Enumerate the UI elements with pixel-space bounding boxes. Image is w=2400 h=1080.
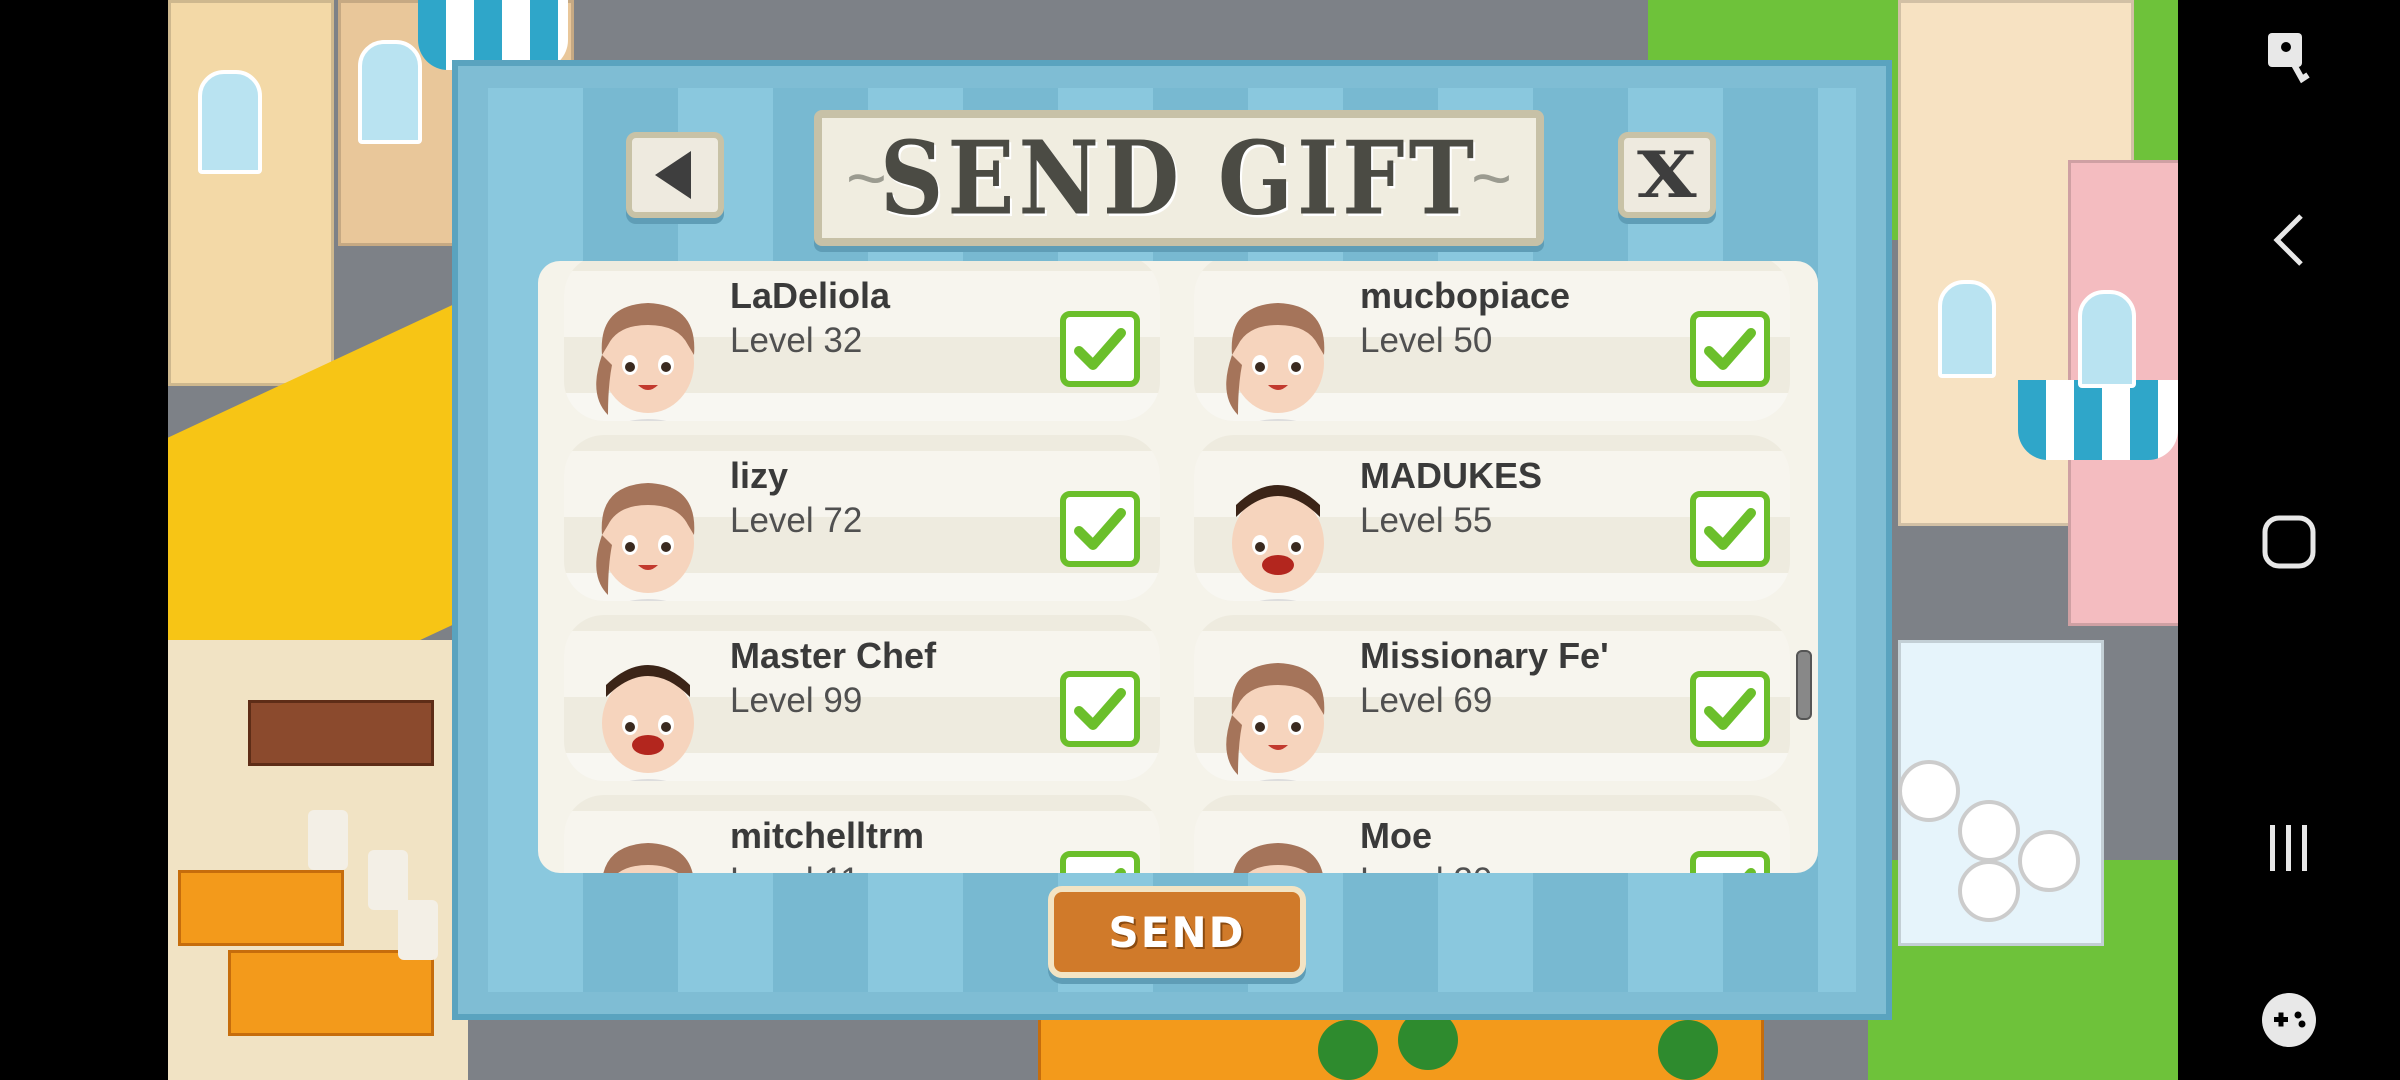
- friend-card[interactable]: MADUKES Level 55: [1194, 435, 1790, 601]
- send-gift-dialog: ~ SEND GIFT ~ X LaDeliola Level 32 mucbo…: [452, 60, 1892, 1020]
- friend-card[interactable]: Moe Level 20: [1194, 795, 1790, 873]
- select-checkbox[interactable]: [1060, 851, 1140, 873]
- friend-level: Level 72: [730, 501, 863, 540]
- left-arrow-icon: [655, 151, 691, 199]
- checkmark-icon: [1704, 508, 1756, 550]
- send-button-label: SEND: [1108, 907, 1246, 957]
- building: [168, 0, 334, 386]
- friend-card[interactable]: Missionary Fe' Level 69: [1194, 615, 1790, 781]
- table: [178, 870, 344, 946]
- friend-level: Level 20: [1360, 861, 1492, 873]
- recents-icon[interactable]: [2259, 818, 2319, 878]
- select-checkbox[interactable]: [1060, 491, 1140, 567]
- plate: [1958, 860, 2020, 922]
- friend-level: Level 50: [1360, 321, 1493, 360]
- select-checkbox[interactable]: [1060, 311, 1140, 387]
- checkmark-icon: [1744, 868, 1756, 873]
- table: [248, 700, 434, 766]
- checkmark-icon: [1114, 868, 1126, 873]
- chef-avatar-icon: [602, 665, 694, 781]
- back-icon[interactable]: [2259, 210, 2319, 270]
- select-checkbox[interactable]: [1690, 491, 1770, 567]
- friend-level: Level 11: [730, 861, 860, 873]
- table: [228, 950, 434, 1036]
- checkmark-icon: [1704, 328, 1756, 370]
- chef-avatar-icon: [596, 303, 695, 421]
- friend-name: Missionary Fe': [1360, 635, 1609, 676]
- game-controller-icon[interactable]: [2259, 990, 2319, 1050]
- friend-level: Level 32: [730, 321, 863, 360]
- friend-level: Level 99: [730, 681, 863, 720]
- checkmark-icon: [1074, 688, 1126, 730]
- friend-name: MADUKES: [1360, 455, 1543, 496]
- checkmark-icon: [1074, 508, 1126, 550]
- tree: [1658, 1020, 1718, 1080]
- chef-avatar-icon: [603, 843, 693, 873]
- friend-card[interactable]: LaDeliola Level 32: [564, 261, 1160, 421]
- dialog-title: SEND GIFT: [879, 118, 1479, 238]
- checkmark-icon: [1704, 688, 1756, 730]
- chef-avatar-icon: [1226, 663, 1325, 781]
- window: [2078, 290, 2136, 388]
- friend-list[interactable]: LaDeliola Level 32 mucbopiace Level 50 l…: [538, 261, 1818, 873]
- friend-card[interactable]: lizy Level 72: [564, 435, 1160, 601]
- chef-avatar-icon: [1233, 843, 1323, 873]
- friend-name: mitchelltrm: [730, 815, 925, 856]
- select-checkbox[interactable]: [1690, 311, 1770, 387]
- accessibility-icon[interactable]: [2259, 28, 2319, 88]
- window: [1938, 280, 1996, 378]
- home-icon[interactable]: [2259, 512, 2319, 572]
- swirl-ornament-icon: ~: [1471, 139, 1512, 217]
- window: [198, 70, 262, 174]
- friend-name: lizy: [730, 455, 789, 496]
- close-button[interactable]: X: [1618, 132, 1716, 218]
- select-checkbox[interactable]: [1060, 671, 1140, 747]
- friend-name: Moe: [1360, 815, 1432, 856]
- friend-card[interactable]: mucbopiace Level 50: [1194, 261, 1790, 421]
- awning: [2018, 380, 2178, 460]
- chef-avatar-icon: [1226, 303, 1325, 421]
- select-checkbox[interactable]: [1690, 851, 1770, 873]
- send-button[interactable]: SEND: [1048, 886, 1306, 978]
- friend-level: Level 55: [1360, 501, 1493, 540]
- friend-level: Level 69: [1360, 681, 1493, 720]
- friend-name: Master Chef: [730, 635, 937, 676]
- title-plate: ~ SEND GIFT ~: [814, 110, 1544, 246]
- plate: [1958, 800, 2020, 862]
- friend-name: LaDeliola: [730, 275, 891, 316]
- plate: [2018, 830, 2080, 892]
- window: [358, 40, 422, 144]
- tree: [1318, 1020, 1378, 1080]
- friend-card[interactable]: Master Chef Level 99: [564, 615, 1160, 781]
- friend-name: mucbopiace: [1360, 275, 1571, 316]
- checkmark-icon: [1074, 328, 1126, 370]
- chef-avatar-icon: [596, 483, 695, 601]
- close-icon: X: [1637, 137, 1697, 213]
- friend-card[interactable]: mitchelltrm Level 11: [564, 795, 1160, 873]
- system-nav-bar: [2178, 0, 2400, 1080]
- scrollbar[interactable]: [1796, 650, 1812, 720]
- chef-avatar-icon: [1232, 485, 1324, 601]
- chair: [308, 810, 348, 870]
- plate: [1898, 760, 1960, 822]
- select-checkbox[interactable]: [1690, 671, 1770, 747]
- back-button[interactable]: [626, 132, 724, 218]
- chair: [398, 900, 438, 960]
